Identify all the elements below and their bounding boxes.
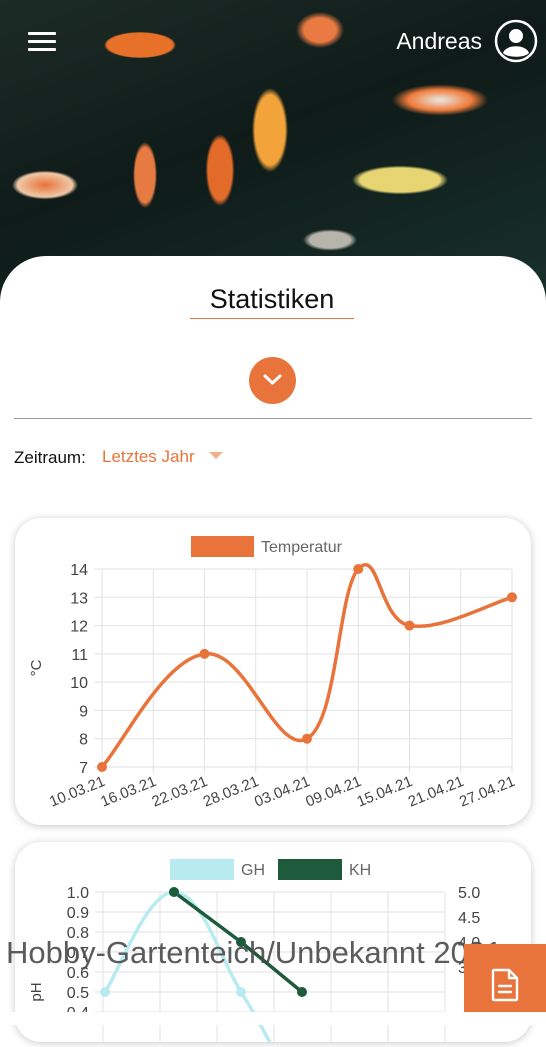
temperature-data-point <box>199 648 210 659</box>
y-tick-label: 12 <box>70 619 88 636</box>
y-tick-label-left: 0.9 <box>67 905 89 922</box>
temperature-data-point <box>302 733 312 744</box>
menu-icon-line <box>28 48 56 51</box>
user-icon <box>494 19 538 63</box>
temperature-data-point <box>507 592 517 603</box>
y-tick-label: 7 <box>79 760 88 777</box>
kh-data-point <box>169 887 179 897</box>
legend-label: Temperatur <box>261 539 343 556</box>
y-tick-label-right: 5.0 <box>458 885 480 902</box>
expand-button[interactable] <box>249 357 296 404</box>
x-tick-label: 09.04.21 <box>303 773 364 811</box>
period-select[interactable]: Letztes Jahr <box>102 447 195 467</box>
legend-label: KH <box>349 862 371 879</box>
y-axis-label: pH <box>28 982 45 1001</box>
legend-swatch-temperatur <box>191 536 254 557</box>
y-tick-label: 13 <box>70 590 88 607</box>
caret-down-icon[interactable] <box>209 452 223 459</box>
menu-button[interactable] <box>28 32 56 52</box>
user-name[interactable]: Andreas <box>396 28 482 55</box>
y-tick-label: 14 <box>70 562 88 579</box>
chevron-down-icon <box>263 374 282 385</box>
y-tick-label: 9 <box>79 703 88 720</box>
temperature-data-point <box>353 564 364 574</box>
y-tick-label: 10 <box>70 675 88 692</box>
legend-swatch-gh <box>170 859 234 880</box>
temperature-chart: Temperatur141312111098710.03.2116.03.212… <box>28 536 518 811</box>
temperature-data-point <box>97 762 107 772</box>
gh-data-point <box>236 987 246 997</box>
kh-data-point <box>297 987 307 997</box>
avatar[interactable] <box>494 19 538 63</box>
x-tick-label: 21.04.21 <box>406 773 467 811</box>
legend-swatch-kh <box>278 859 342 880</box>
bottom-bar <box>0 1012 546 1025</box>
temperature-chart-card: Temperatur 14 13 12 11 10 9 8 7 10.03.21 16.03.21 2… <box>15 518 531 825</box>
divider <box>14 418 532 419</box>
y-axis-label: °C <box>28 659 45 676</box>
menu-icon-line <box>28 32 56 35</box>
x-tick-label: 27.04.21 <box>457 773 518 811</box>
x-tick-label: 28.03.21 <box>201 773 262 811</box>
x-tick-label: 16.03.21 <box>98 773 159 811</box>
x-tick-label: 15.04.21 <box>354 773 415 811</box>
gh-data-point <box>100 987 110 997</box>
y-tick-label-left: 1.0 <box>67 885 89 902</box>
pond-caption: Hobby-Gartenteich/Unbekannt 2021 <box>6 935 503 970</box>
legend-label: GH <box>241 862 265 879</box>
x-tick-label: 10.03.21 <box>47 773 108 811</box>
document-icon <box>491 968 519 1002</box>
x-tick-label: 22.03.21 <box>149 773 210 811</box>
page-title: Statistiken <box>190 284 354 319</box>
y-tick-label: 8 <box>79 732 88 749</box>
temperature-data-point <box>404 620 415 631</box>
period-label: Zeitraum: <box>14 448 86 467</box>
x-tick-label: 03.04.21 <box>252 773 313 811</box>
y-tick-label-right: 4.5 <box>458 910 480 927</box>
y-tick-label: 11 <box>71 647 88 664</box>
menu-icon-line <box>28 40 56 43</box>
y-tick-label-left: 0.5 <box>67 985 89 1002</box>
